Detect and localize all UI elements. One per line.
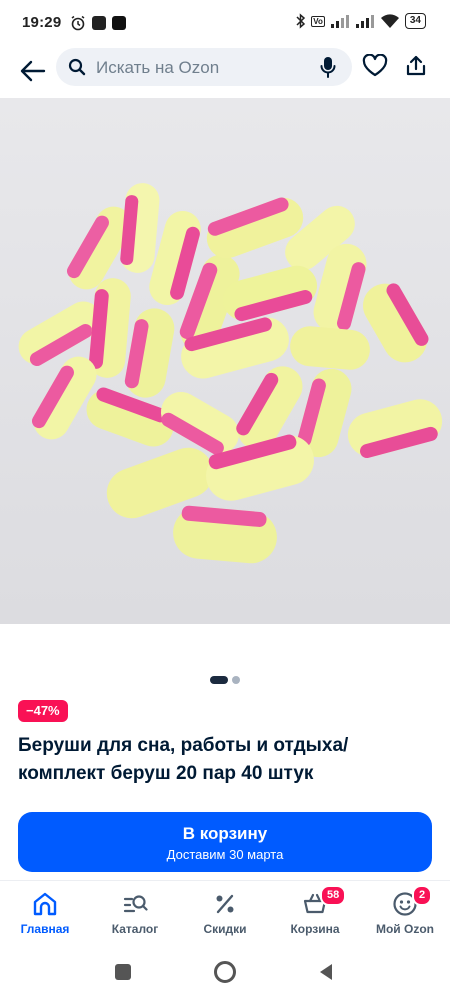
battery-indicator: 34 (404, 13, 426, 29)
status-right-icons: Vo 34 (296, 13, 426, 29)
share-button[interactable] (404, 54, 428, 83)
bluetooth-icon (296, 13, 306, 29)
share-icon (406, 55, 426, 76)
pagination-dot[interactable] (232, 676, 240, 684)
discount-badge: −47% (18, 700, 68, 722)
nav-item-discounts[interactable]: Скидки (180, 881, 270, 945)
favorite-button[interactable] (362, 53, 388, 83)
nav-label-discounts: Скидки (203, 922, 247, 936)
nav-item-profile[interactable]: 2 Мой Ozon (360, 881, 450, 945)
search-icon (68, 58, 86, 76)
back-triangle-icon[interactable] (318, 963, 334, 981)
nav-label-catalog: Каталог (111, 922, 159, 936)
nav-label-home: Главная (20, 922, 70, 936)
heart-icon (362, 53, 388, 77)
notification-icon (92, 16, 106, 30)
microphone-icon[interactable] (320, 56, 336, 78)
search-placeholder: Искать на Ozon (96, 58, 220, 77)
nav-item-catalog[interactable]: Каталог (90, 881, 180, 945)
product-image-gallery[interactable] (0, 98, 450, 624)
back-button[interactable] (16, 54, 50, 88)
pagination-dot-active[interactable] (210, 676, 228, 684)
catalog-search-icon (123, 895, 148, 913)
home-system-button[interactable] (214, 961, 236, 983)
notification-icon (112, 16, 126, 30)
volte-icon: Vo (311, 15, 325, 27)
nav-label-cart: Корзина (290, 922, 340, 936)
bottom-navigation: Главная Каталог Скидки 58 Корзина 2 Мой … (0, 880, 450, 945)
nav-item-cart[interactable]: 58 Корзина (270, 881, 360, 945)
home-icon (33, 892, 57, 916)
percent-icon (216, 894, 234, 914)
nav-label-profile: Мой Ozon (375, 922, 435, 936)
nav-item-home[interactable]: Главная (0, 881, 90, 945)
delivery-date-label: Доставим 30 марта (166, 847, 284, 862)
gallery-pagination (0, 676, 450, 684)
status-time: 19:29 (22, 14, 62, 31)
recent-apps-button[interactable] (115, 964, 131, 980)
profile-notification-badge: 2 (412, 885, 433, 906)
alarm-icon (71, 15, 85, 31)
system-navigation-bar (0, 944, 450, 1000)
product-title: Беруши для сна, работы и отдыха/ комплек… (18, 735, 349, 784)
signal-icon (330, 15, 349, 28)
status-left-icons (70, 15, 126, 31)
add-to-cart-button[interactable]: В корзину Доставим 30 марта (18, 812, 432, 872)
wifi-icon (380, 14, 399, 28)
status-bar: 19:29 Vo 34 (0, 0, 450, 48)
arrow-left-icon (20, 60, 46, 82)
cart-count-badge: 58 (320, 885, 347, 906)
add-to-cart-label: В корзину (182, 824, 268, 843)
search-input[interactable]: Искать на Ozon (56, 48, 352, 86)
signal-icon (355, 15, 374, 28)
product-image (0, 98, 450, 624)
top-header: Искать на Ozon (0, 48, 450, 94)
